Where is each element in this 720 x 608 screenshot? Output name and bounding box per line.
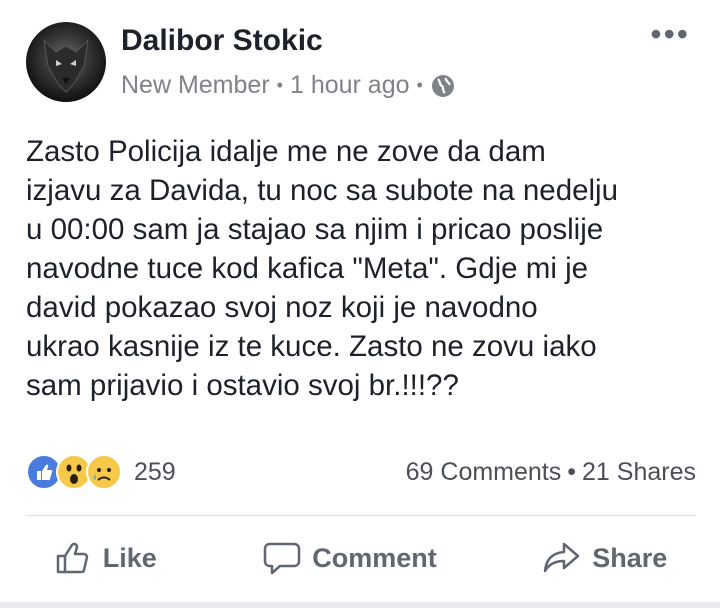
counts-separator: • <box>567 458 577 486</box>
meta-separator: • <box>416 75 423 95</box>
globe-icon <box>430 73 456 99</box>
engagement-counts: 69 Comments • 21 Shares <box>406 458 696 487</box>
action-bar: Like Comment Share <box>0 538 720 578</box>
divider <box>26 515 696 516</box>
like-label: Like <box>102 542 157 573</box>
comment-button[interactable]: Comment <box>262 538 437 578</box>
comments-count[interactable]: 69 Comments <box>406 458 562 486</box>
comment-icon <box>263 542 301 575</box>
author-name[interactable]: Dalibor Stokic <box>121 24 323 58</box>
share-icon <box>543 542 580 573</box>
like-button[interactable]: Like <box>53 538 157 578</box>
share-label: Share <box>592 542 668 573</box>
section-separator <box>0 602 720 608</box>
post-time[interactable]: 1 hour ago <box>290 71 410 100</box>
post-meta: New Member • 1 hour ago • <box>121 71 456 100</box>
member-badge: New Member <box>121 71 270 99</box>
reaction-count: 259 <box>134 457 176 486</box>
shares-count[interactable]: 21 Shares <box>582 458 696 486</box>
meta-separator: • <box>276 75 283 95</box>
sad-reaction-icon <box>86 454 122 490</box>
thumbs-up-icon <box>56 542 88 574</box>
reactions-summary[interactable]: 259 <box>26 454 176 490</box>
share-button[interactable]: Share <box>542 538 667 578</box>
more-options-icon[interactable]: ••• <box>650 18 690 50</box>
avatar[interactable] <box>26 22 106 102</box>
post-body: Zasto Policija idalje me ne zove da dam … <box>26 135 619 402</box>
comment-label: Comment <box>312 542 437 573</box>
